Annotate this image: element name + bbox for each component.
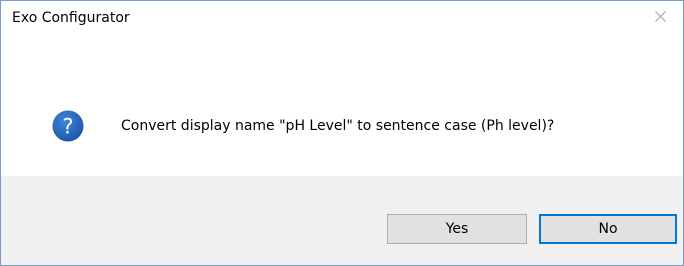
close-icon [655,11,666,22]
question-icon: ? [52,110,84,142]
window-title: Exo Configurator [12,10,130,26]
yes-button[interactable]: Yes [387,214,527,244]
dialog-message: Convert display name "pH Level" to sente… [121,118,555,134]
close-button[interactable] [637,1,683,32]
button-bar: Yes No [1,176,683,265]
message-dialog: Exo Configurator ? Convert display name … [0,0,684,266]
no-button[interactable]: No [539,214,677,244]
title-bar: Exo Configurator [1,1,683,32]
svg-text:?: ? [62,115,73,139]
dialog-content: ? Convert display name "pH Level" to sen… [1,32,683,176]
